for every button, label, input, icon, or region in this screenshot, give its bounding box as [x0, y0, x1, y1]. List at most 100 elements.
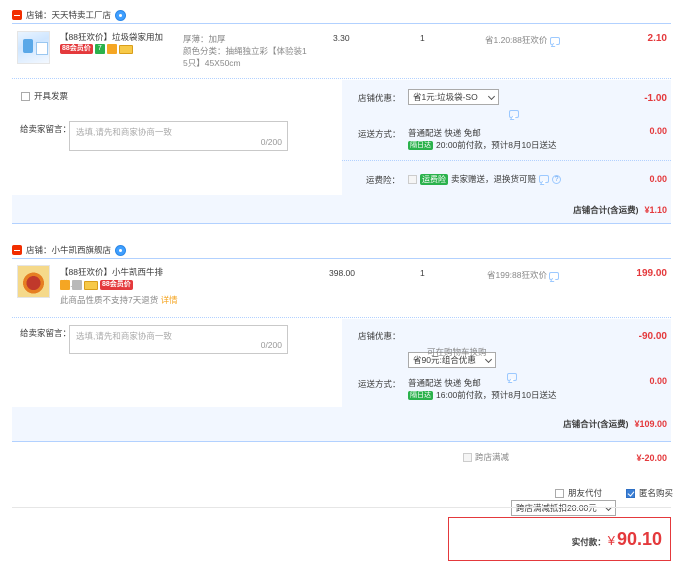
shop-discount-amount: -1.00	[644, 93, 667, 104]
attr-size: 5只】45X50cm	[183, 58, 241, 68]
badge-88-member: 88会员价	[60, 44, 93, 54]
message-label: 给卖家留言：	[20, 124, 72, 134]
cross-shop-discount: 跨店满减	[463, 451, 509, 463]
cross-discount-select[interactable]: 跨店满减抵扣20.00元	[511, 500, 616, 516]
promo-row: 省1.20:88狂欢价	[485, 34, 560, 46]
item-thumbnail[interactable]	[17, 31, 50, 64]
friend-pay-checkbox[interactable]	[555, 488, 564, 498]
item-badges: 88会员价 7	[60, 44, 133, 54]
shipping-desc: 普通配送 快递 免邮	[408, 378, 481, 388]
message-placeholder: 选填,请先和商家协商一致	[76, 331, 172, 341]
shop-total-value: ¥1.10	[644, 205, 667, 215]
insurance-fee: 0.00	[649, 174, 667, 184]
divider	[12, 507, 671, 508]
quantity: 1	[420, 268, 425, 278]
shop-name[interactable]: 店铺：小牛凯西旗舰店	[26, 244, 111, 256]
friend-pay-option[interactable]: 朋友代付	[555, 487, 602, 499]
item-subtotal: 2.10	[647, 33, 667, 44]
shipping-time: 20:00前付款，预计8月10日送达	[436, 140, 557, 150]
insurance-label: 运费险：	[366, 175, 401, 185]
cross-discount-checkbox	[463, 452, 472, 462]
quantity: 1	[420, 33, 425, 43]
invoice-option[interactable]: 开具发票	[21, 90, 68, 102]
promo-text: 省199:88狂欢价	[487, 270, 547, 280]
discount-note[interactable]: 可在购物车换购	[427, 346, 487, 358]
payment-label: 实付款：	[571, 537, 606, 547]
discount-info-icon[interactable]	[509, 109, 519, 118]
credit-card-icon	[118, 44, 133, 54]
badge-gold-icon	[106, 44, 117, 54]
promo-text: 省1.20:88狂欢价	[485, 35, 548, 45]
message-counter: 0/200	[260, 137, 282, 147]
message-textarea[interactable]: 选填,请先和商家协商一致 0/200	[69, 325, 288, 354]
wangwang-chat-icon[interactable]	[115, 9, 127, 21]
payment-row: 实付款： ¥ 90.10	[572, 529, 662, 550]
payment-currency: ¥	[607, 533, 615, 548]
invoice-checkbox[interactable]	[21, 91, 30, 101]
unit-price: 398.00	[329, 268, 355, 278]
payment-summary: 实付款： ¥ 90.10	[448, 517, 671, 561]
shop-discount-select[interactable]: 省1元:垃圾袋-SO	[408, 89, 499, 105]
help-icon[interactable]: ?	[552, 174, 562, 184]
cross-discount-amount: ¥-20.00	[636, 453, 667, 463]
payment-amount: 90.10	[616, 529, 662, 549]
shop-total-label: 店铺合计(含运费)	[573, 205, 639, 215]
divider	[12, 258, 671, 259]
message-textarea[interactable]: 选填,请先和商家协商一致 0/200	[69, 121, 288, 151]
badge-7-day: 7	[94, 44, 105, 54]
person-icon	[72, 280, 82, 290]
unit-price: 3.30	[333, 33, 350, 43]
insurance-chat-icon[interactable]	[539, 175, 550, 183]
next-day-tag: 隔日达	[408, 390, 433, 400]
friend-pay-label: 朋友代付	[568, 488, 603, 498]
shipping-info: 普通配送 快递 免邮 隔日达 16:00前付款，预计8月10日送达	[408, 377, 556, 401]
wangwang-chat-icon[interactable]	[115, 244, 127, 256]
insurance-tag: 运费险	[420, 173, 448, 185]
divider	[12, 317, 671, 318]
return-notice: 此商品性质不支持7天退货 详情	[60, 294, 178, 306]
anonymous-checkbox[interactable]	[626, 488, 635, 498]
divider	[12, 223, 671, 224]
item-subtotal: 199.00	[636, 268, 667, 279]
invoice-label: 开具发票	[34, 91, 69, 101]
insurance-checkbox	[408, 174, 417, 184]
message-placeholder: 选填,请先和商家协商一致	[76, 127, 172, 137]
anonymous-label: 匿名购买	[639, 488, 673, 498]
attr-thickness: 厚薄：加厚	[183, 34, 226, 44]
shop-total-label: 店铺合计(含运费)	[563, 419, 629, 429]
shop-name[interactable]: 店铺：天天特卖工厂店	[26, 9, 111, 21]
item-thumbnail[interactable]	[17, 265, 50, 298]
promo-row: 省199:88狂欢价	[487, 269, 560, 281]
return-notice-link[interactable]: 详情	[161, 295, 178, 305]
shop-total-value: ¥109.00	[634, 419, 667, 429]
divider	[342, 160, 671, 161]
shop-discount-label: 店铺优惠：	[358, 331, 401, 341]
divider	[12, 23, 671, 24]
shop-icon	[12, 10, 22, 20]
shop-header: 店铺：小牛凯西旗舰店	[12, 243, 127, 257]
shipping-fee: 0.00	[649, 126, 667, 136]
message-counter: 0/200	[260, 340, 282, 350]
divider	[12, 78, 671, 79]
attr-color: 颜色分类：抽绳独立彩【体验装1	[183, 46, 307, 56]
shop-total: 店铺合计(含运费) ¥1.10	[573, 204, 667, 216]
credit-card-icon	[84, 280, 98, 290]
divider	[12, 441, 671, 442]
shop-icon	[12, 245, 22, 255]
shop-discount-amount: -90.00	[638, 331, 667, 342]
shipping-label: 运送方式：	[358, 129, 401, 139]
item-badges: 88会员价	[60, 280, 133, 290]
shipping-label: 运送方式：	[358, 379, 401, 389]
cross-discount-label: 跨店满减	[475, 452, 510, 462]
anonymous-option[interactable]: 匿名购买	[626, 487, 673, 499]
badge-88-member: 88会员价	[100, 280, 133, 290]
message-label: 给卖家留言：	[20, 328, 72, 338]
return-notice-text: 此商品性质不支持7天退货	[60, 295, 159, 305]
insurance-desc: 卖家赠送，退换货可赔	[451, 174, 537, 184]
promo-info-icon[interactable]	[549, 271, 560, 280]
next-day-tag: 隔日达	[408, 140, 433, 150]
shop-total: 店铺合计(含运费) ¥109.00	[563, 418, 667, 430]
item-attributes: 厚薄：加厚 颜色分类：抽绳独立彩【体验装1 5只】45X50cm	[183, 33, 307, 69]
promo-info-icon[interactable]	[549, 36, 560, 45]
shipping-time: 16:00前付款，预计8月10日送达	[436, 390, 557, 400]
